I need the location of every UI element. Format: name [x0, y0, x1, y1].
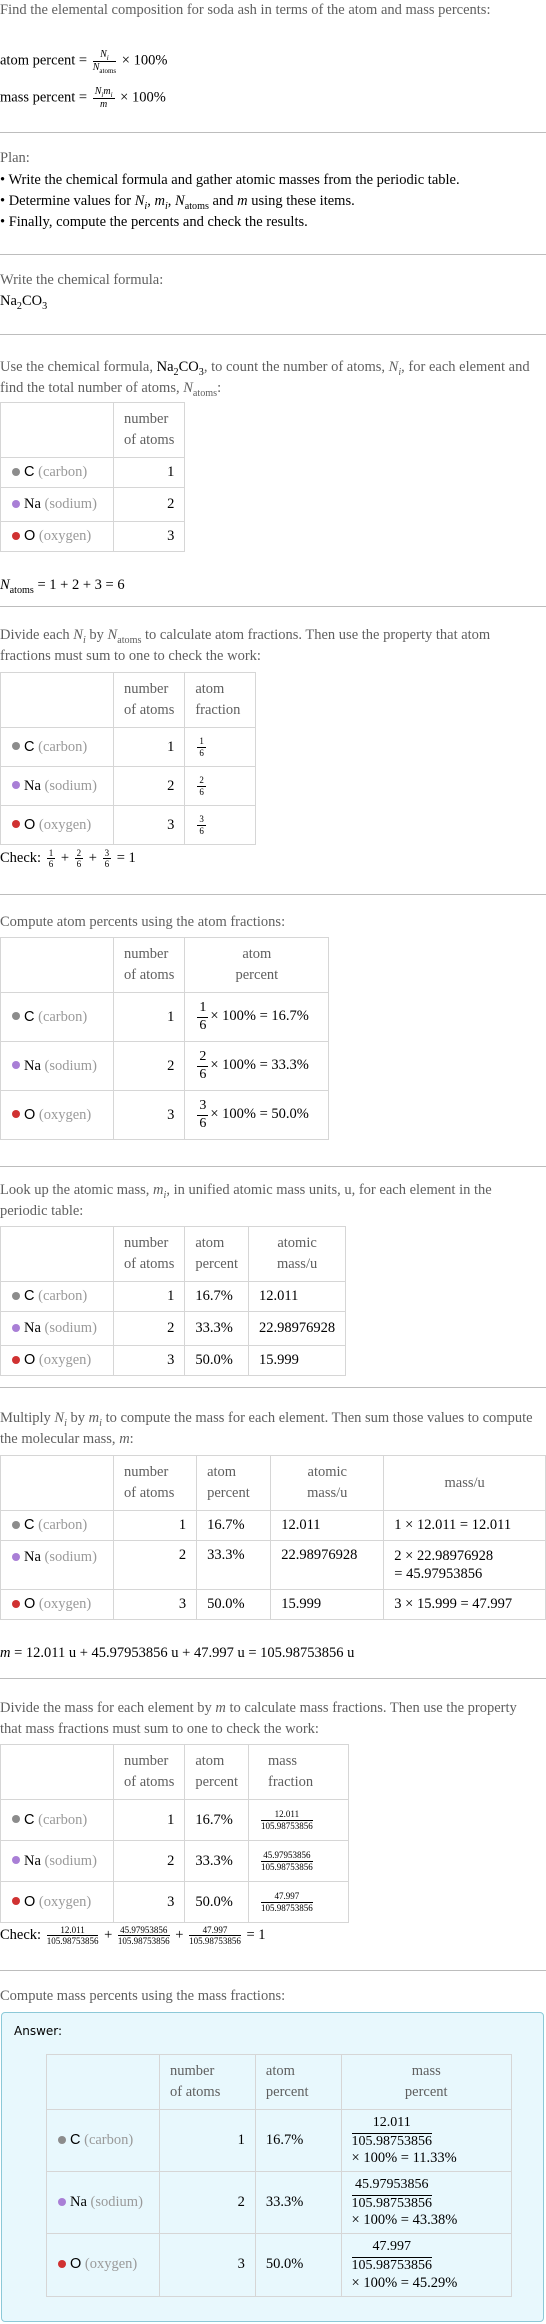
sodium-dot-icon — [12, 781, 20, 790]
total-atoms-equation: Natoms = 1 + 2 + 3 = 6 — [0, 577, 125, 596]
mass-fraction-section: Divide the mass for each element by m to… — [0, 1698, 546, 1947]
divider — [0, 1678, 546, 1679]
table-row: Na (sodium) 2 26 — [0, 766, 257, 806]
divider — [0, 1166, 546, 1167]
table-row: O (oxygen) 3 3 6 × 100% = 50.0% — [0, 1090, 330, 1140]
atom-fraction-check: Check: 16 + 26 + 36 = 1 — [0, 848, 136, 870]
formula-step-text: Write the chemical formula: — [0, 272, 164, 288]
table-row: Na (sodium) 2 33.3% 22.98976928 2 × 22.9… — [0, 1540, 546, 1590]
carbon-dot-icon — [12, 1291, 20, 1300]
atom-percent-fraction: Ni Natoms — [92, 49, 117, 75]
atom-fraction-section: Divide each Ni by Natoms to calculate at… — [0, 625, 546, 870]
carbon-dot-icon — [12, 1815, 20, 1824]
header-number-of-atoms: number of atoms — [112, 402, 186, 458]
carbon-dot-icon — [58, 2135, 66, 2144]
plan-bullet: • Determine values for Ni, mi, Natoms an… — [0, 193, 355, 212]
oxygen-dot-icon — [12, 1599, 20, 1608]
count-step-text: Use the chemical formula, Na2CO3, to cou… — [0, 359, 530, 399]
mass-percent-step-text: Compute mass percents using the mass fra… — [0, 1988, 286, 2004]
oxygen-dot-icon — [12, 1355, 20, 1364]
table-row: Na (sodium) 2 2 6 × 100% = 33.3% — [0, 1041, 330, 1091]
question-text: Find the elemental composition for soda … — [0, 2, 491, 18]
divider — [0, 894, 546, 895]
answer-label: Answer: — [14, 2024, 63, 2038]
table-row: O (oxygen) 3 50.0% 47.997 105.98753856 — [0, 1881, 350, 1923]
atom-count-table: number of atoms C (carbon) 1 Na (sodium) … — [0, 402, 186, 552]
plan-bullet: • Write the chemical formula and gather … — [0, 172, 460, 188]
atomic-mass-table: number of atoms atom percent atomic mass/u … — [0, 1226, 347, 1376]
oxygen-dot-icon — [12, 1110, 20, 1119]
divider — [0, 132, 546, 133]
molecular-mass-equation: m = 12.011 u + 45.97953856 u + 47.997 u … — [0, 1645, 355, 1661]
table-row: Na (sodium) 2 — [0, 487, 186, 522]
oxygen-dot-icon — [12, 1897, 20, 1906]
carbon-dot-icon — [12, 1012, 20, 1021]
answer-box: Answer: number of atoms atom percent mass p… — [1, 2012, 544, 2322]
table-row: O (oxygen) 3 36 — [0, 805, 257, 845]
atom-percent-table: number of atoms atom percent C (carbon) 1 … — [0, 937, 330, 1140]
table-row: O (oxygen) 3 50.0% 15.999 — [0, 1345, 347, 1376]
plan-title: Plan: — [0, 150, 30, 166]
carbon-dot-icon — [12, 467, 20, 476]
sodium-dot-icon — [58, 2197, 66, 2206]
plan-bullet: • Finally, compute the percents and chec… — [0, 214, 308, 230]
table-row: C (carbon) 1 16.7% 12.011 105.98753856 × … — [46, 2108, 513, 2173]
mass-percent-formula: mass percent = Nimi m × 100% — [0, 86, 166, 110]
mass-table: number of atoms atom percent atomic mass/u … — [0, 1455, 546, 1620]
table-row: C (carbon) 1 16.7% 12.011 105.98753856 — [0, 1799, 350, 1841]
table-row: O (oxygen) 3 50.0% 15.999 3 × 15.999 = 4… — [0, 1589, 546, 1620]
carbon-dot-icon — [12, 742, 20, 751]
oxygen-dot-icon — [12, 820, 20, 829]
table-row: C (carbon) 1 — [0, 457, 186, 488]
table-row: O (oxygen) 3 50.0% 47.997 105.98753856 × … — [46, 2233, 513, 2297]
atom-percent-section: Compute atom percents using the atom fra… — [0, 912, 546, 1140]
atom-fraction-table: number of atoms atom fraction C (carbon) 1… — [0, 672, 257, 845]
count-section: Use the chemical formula, Na2CO3, to cou… — [0, 357, 546, 596]
fraction-step-text: Divide each Ni by Natoms to calculate at… — [0, 627, 491, 664]
mass-percent-table: number of atoms atom percent mass percent C… — [46, 2054, 513, 2297]
table-row: C (carbon) 1 1 6 × 100% = 16.7% — [0, 992, 330, 1042]
divider — [0, 334, 546, 335]
sodium-dot-icon — [12, 1552, 20, 1561]
table-row: Na (sodium) 2 33.3% 45.97953856 105.98753… — [0, 1840, 350, 1882]
sodium-dot-icon — [12, 1061, 20, 1070]
table-row: O (oxygen) 3 — [0, 521, 186, 552]
table-row: Na (sodium) 2 33.3% 22.98976928 — [0, 1311, 347, 1346]
mass-percent-section: Compute mass percents using the mass fra… — [0, 1986, 546, 2007]
mass-section: Multiply Ni by mi to compute the mass fo… — [0, 1408, 546, 1664]
carbon-dot-icon — [12, 1520, 20, 1529]
lookup-step-text: Look up the atomic mass, mi, in unified … — [0, 1182, 492, 1219]
mass-fraction-table: number of atoms atom percent mass fraction … — [0, 1744, 350, 1923]
oxygen-dot-icon — [58, 2260, 66, 2269]
oxygen-dot-icon — [12, 531, 20, 540]
mass-step-text: Multiply Ni by mi to compute the mass fo… — [0, 1410, 533, 1447]
divider — [0, 1970, 546, 1971]
divider — [0, 254, 546, 255]
table-row: Na (sodium) 2 33.3% 45.97953856 105.98753… — [46, 2171, 513, 2235]
mass-fraction-check: Check: 12.011 105.98753856 + 45.97953856 1… — [0, 1925, 266, 1947]
table-row: C (carbon) 1 16.7% 12.011 — [0, 1281, 347, 1312]
mass-percent-fraction: Nimi m — [92, 86, 115, 110]
divider — [0, 606, 546, 607]
plan-section: Plan: • Write the chemical formula and g… — [0, 148, 546, 233]
mass-fraction-step-text: Divide the mass for each element by m to… — [0, 1700, 517, 1737]
atom-percent-step-text: Compute atom percents using the atom fra… — [0, 914, 286, 930]
table-row: C (carbon) 1 16 — [0, 727, 257, 767]
table-row: C (carbon) 1 16.7% 12.011 1 × 12.011 = 1… — [0, 1510, 546, 1541]
divider — [0, 1387, 546, 1388]
formula-section: Write the chemical formula: Na2CO3 — [0, 270, 546, 312]
sodium-dot-icon — [12, 1323, 20, 1332]
sodium-dot-icon — [12, 499, 20, 508]
sodium-dot-icon — [12, 1856, 20, 1865]
atom-percent-formula: atom percent = Ni Natoms × 100% — [0, 49, 168, 75]
lookup-section: Look up the atomic mass, mi, in unified … — [0, 1180, 546, 1376]
chemical-formula: Na2CO3 — [0, 293, 48, 312]
